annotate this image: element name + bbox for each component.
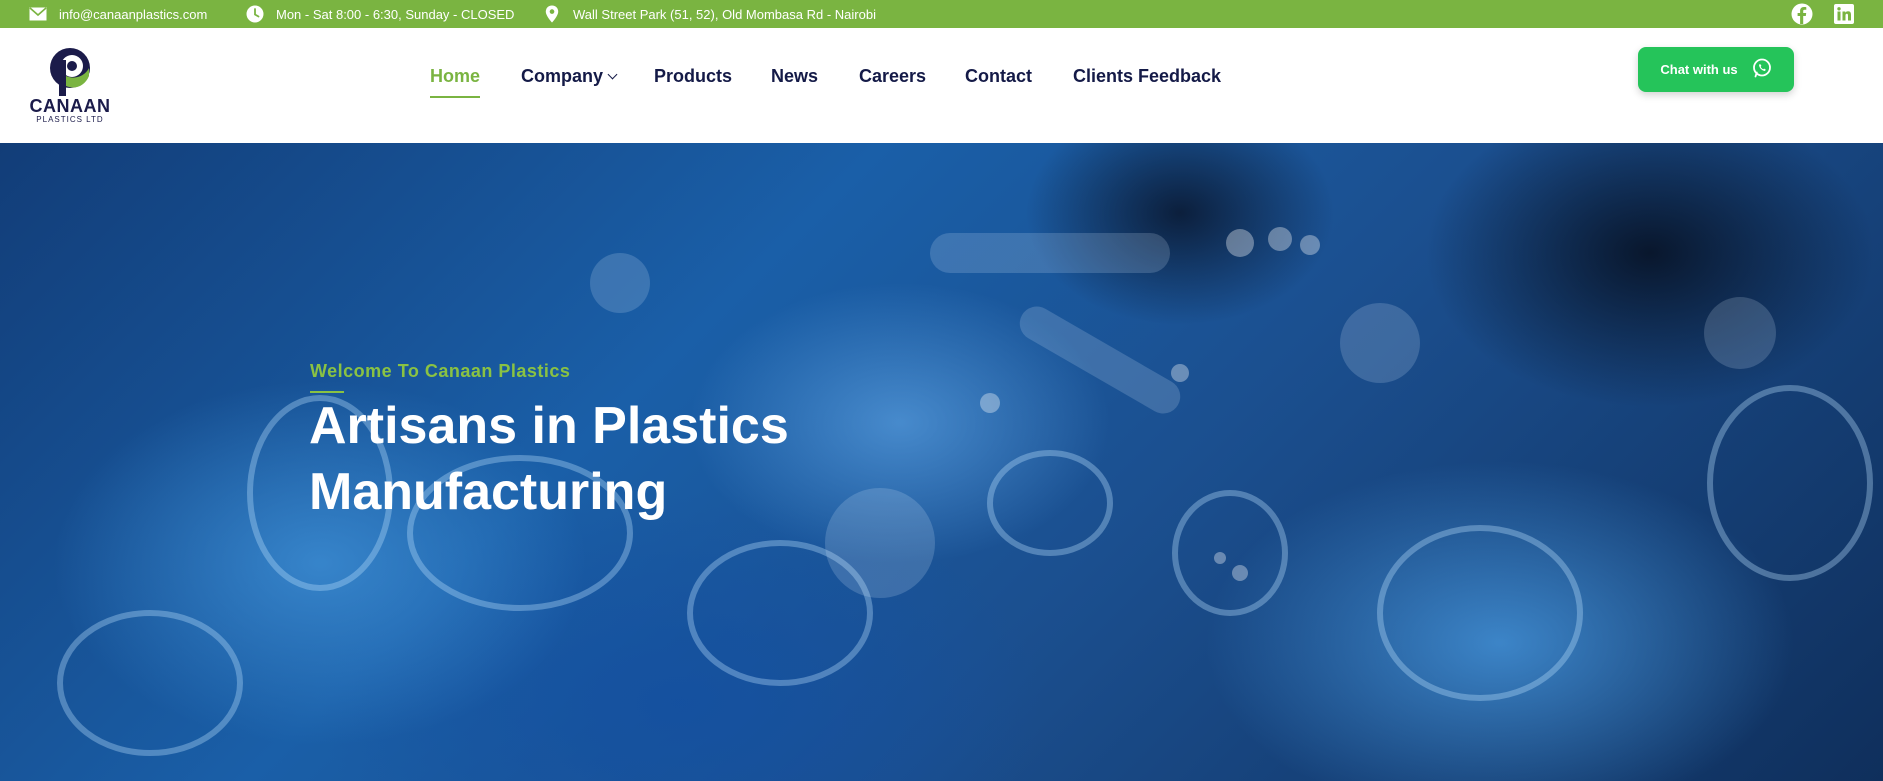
topbar-hours: Mon - Sat 8:00 - 6:30, Sunday - CLOSED bbox=[246, 0, 514, 28]
nav-clients-feedback[interactable]: Clients Feedback bbox=[1073, 66, 1221, 96]
clock-icon bbox=[246, 5, 264, 23]
envelope-icon bbox=[29, 5, 47, 23]
top-info-bar: info@canaanplastics.com Mon - Sat 8:00 -… bbox=[0, 0, 1883, 28]
topbar-address: Wall Street Park (51, 52), Old Mombasa R… bbox=[543, 0, 876, 28]
linkedin-icon[interactable] bbox=[1832, 3, 1856, 25]
whatsapp-icon bbox=[1752, 58, 1772, 81]
map-pin-icon bbox=[543, 5, 561, 23]
nav-contact[interactable]: Contact bbox=[965, 66, 1032, 96]
site-header: CANAAN PLASTICS LTD Home Company Product… bbox=[0, 28, 1883, 143]
topbar-hours-text: Mon - Sat 8:00 - 6:30, Sunday - CLOSED bbox=[276, 6, 515, 22]
chevron-down-icon bbox=[607, 69, 618, 80]
nav-products[interactable]: Products bbox=[654, 66, 732, 96]
nav-company[interactable]: Company bbox=[521, 66, 618, 96]
logo[interactable]: CANAAN PLASTICS LTD bbox=[29, 46, 111, 126]
hero-title-line-1: Artisans in Plastics bbox=[309, 397, 789, 455]
topbar-address-text: Wall Street Park (51, 52), Old Mombasa R… bbox=[573, 6, 876, 22]
nav-careers[interactable]: Careers bbox=[859, 66, 926, 96]
facebook-icon[interactable] bbox=[1790, 3, 1814, 25]
nav-news[interactable]: News bbox=[771, 66, 818, 96]
hero-banner: Welcome To Canaan Plastics Artisans in P… bbox=[0, 143, 1883, 781]
chat-with-us-button[interactable]: Chat with us bbox=[1638, 47, 1794, 92]
hero-eyebrow: Welcome To Canaan Plastics bbox=[310, 361, 571, 381]
nav-home[interactable]: Home bbox=[430, 66, 481, 98]
topbar-email-text[interactable]: info@canaanplastics.com bbox=[59, 7, 207, 22]
logo-mark-icon bbox=[50, 48, 90, 96]
logo-subtitle: PLASTICS LTD bbox=[36, 115, 104, 124]
hero-title-line-2: Manufacturing bbox=[309, 463, 668, 521]
hero-title: Artisans in Plastics Manufacturing bbox=[309, 393, 1009, 525]
chat-button-label: Chat with us bbox=[1660, 62, 1738, 77]
nav-company-label: Company bbox=[521, 66, 604, 86]
logo-name: CANAAN bbox=[29, 96, 111, 116]
topbar-email[interactable]: info@canaanplastics.com bbox=[29, 0, 207, 28]
